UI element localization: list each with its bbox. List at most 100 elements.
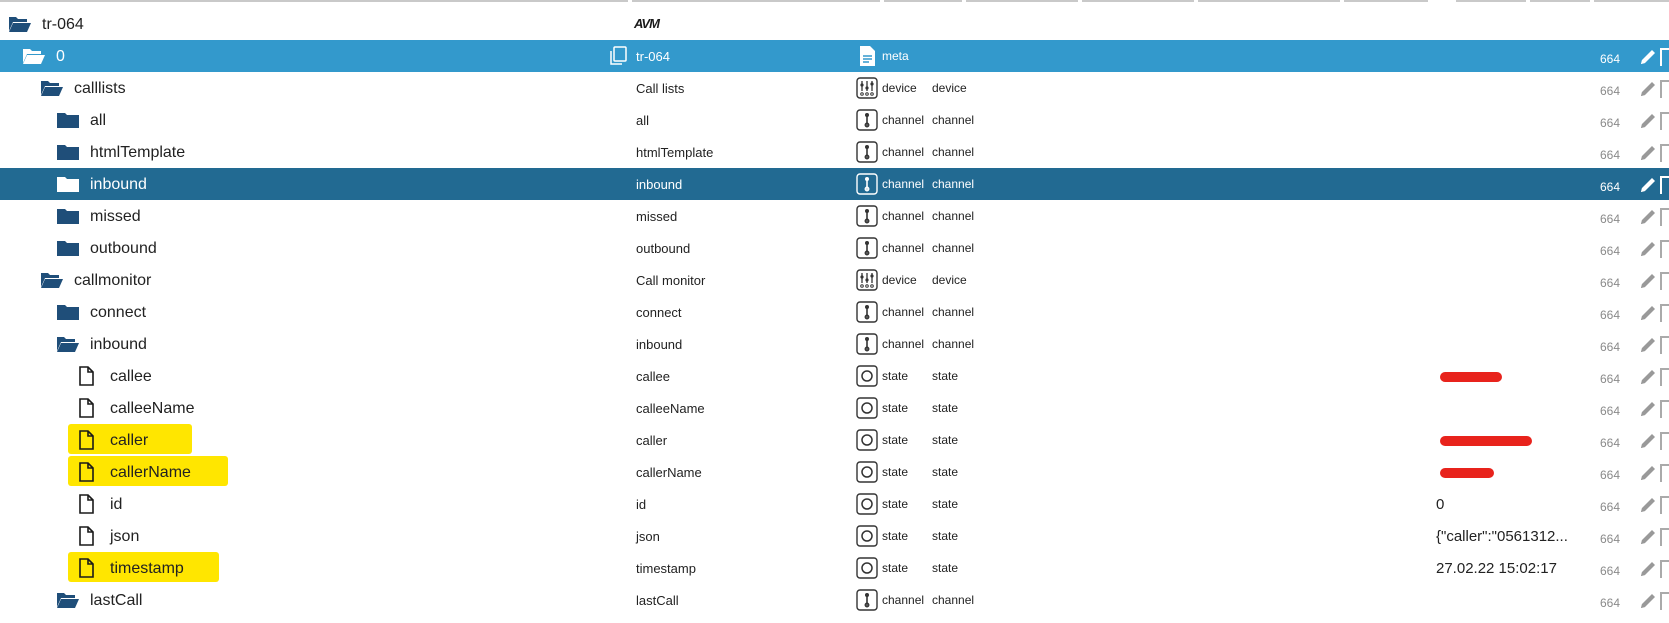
acl-value: 664 (1600, 148, 1621, 162)
folder-icon[interactable] (56, 110, 80, 130)
tree-row[interactable]: json json state state {"caller":"0561312... 6… (0, 520, 1669, 552)
tree-row[interactable]: missed missed channel channel 664 (0, 200, 1669, 232)
object-role: state (882, 433, 909, 447)
tree-row[interactable]: timestamp timestamp state state 27.02.22 15:… (0, 552, 1669, 584)
delete-trash-icon[interactable] (1660, 528, 1669, 546)
edit-pencil-icon[interactable] (1638, 463, 1658, 483)
folder-icon[interactable] (56, 206, 80, 226)
file-icon[interactable] (76, 558, 100, 578)
delete-trash-icon[interactable] (1660, 400, 1669, 418)
state-icon (856, 461, 878, 483)
tree-row[interactable]: inbound inbound channel channel 664 (0, 168, 1669, 200)
folder-open-icon[interactable] (56, 590, 80, 610)
delete-trash-icon[interactable] (1660, 240, 1669, 258)
tree-item-label: all (90, 112, 107, 129)
edit-pencil-icon[interactable] (1638, 47, 1658, 67)
tree-row[interactable]: inbound inbound channel channel 664 (0, 328, 1669, 360)
state-icon (856, 525, 878, 547)
tree-item-label: calleeName (110, 400, 195, 417)
folder-open-icon[interactable] (40, 270, 64, 290)
tree-row[interactable]: callmonitor Call monitor device device 664 (0, 264, 1669, 296)
tree-row[interactable]: calleeName calleeName state state 664 (0, 392, 1669, 424)
edit-pencil-icon[interactable] (1638, 143, 1658, 163)
delete-trash-icon[interactable] (1660, 464, 1669, 482)
folder-icon[interactable] (56, 142, 80, 162)
object-type: state (932, 497, 959, 511)
redacted-value (1440, 436, 1532, 446)
file-icon[interactable] (76, 494, 100, 514)
tree-row[interactable]: all all channel channel 664 (0, 104, 1669, 136)
tree-row[interactable]: outbound outbound channel channel 664 (0, 232, 1669, 264)
delete-trash-icon[interactable] (1660, 144, 1669, 162)
folder-open-icon[interactable] (22, 46, 46, 66)
delete-trash-icon[interactable] (1660, 560, 1669, 578)
object-value[interactable]: 0 (1436, 496, 1444, 513)
object-role: device (882, 81, 917, 95)
edit-pencil-icon[interactable] (1638, 239, 1658, 259)
delete-trash-icon[interactable] (1660, 80, 1669, 98)
object-type: state (932, 369, 959, 383)
delete-trash-icon[interactable] (1660, 176, 1669, 194)
delete-trash-icon[interactable] (1660, 48, 1669, 66)
edit-pencil-icon[interactable] (1638, 335, 1658, 355)
edit-pencil-icon[interactable] (1638, 303, 1658, 323)
acl-value: 664 (1600, 308, 1621, 322)
tree-item-label: htmlTemplate (90, 144, 186, 161)
object-role: channel (882, 145, 925, 159)
object-value[interactable]: 27.02.22 15:02:17 (1436, 560, 1557, 577)
edit-pencil-icon[interactable] (1638, 495, 1658, 515)
delete-trash-icon[interactable] (1660, 432, 1669, 450)
delete-trash-icon[interactable] (1660, 208, 1669, 226)
tree-item-label: missed (90, 208, 141, 225)
device-icon (856, 77, 878, 99)
tree-row[interactable]: callerName callerName state state 664 (0, 456, 1669, 488)
acl-value: 664 (1600, 532, 1621, 546)
tree-row[interactable]: calllists Call lists device device 664 (0, 72, 1669, 104)
tree-row[interactable]: callee callee state state 664 (0, 360, 1669, 392)
folder-open-icon[interactable] (8, 14, 32, 34)
tree-row[interactable]: lastCall lastCall channel channel 664 (0, 584, 1669, 616)
tree-row[interactable]: tr-064 AVM (0, 8, 1669, 40)
edit-pencil-icon[interactable] (1638, 111, 1658, 131)
object-type: channel (932, 241, 975, 255)
tree-row[interactable]: id id state state 0 664 (0, 488, 1669, 520)
folder-icon[interactable] (56, 174, 80, 194)
edit-pencil-icon[interactable] (1638, 271, 1658, 291)
folder-icon[interactable] (56, 302, 80, 322)
delete-trash-icon[interactable] (1660, 112, 1669, 130)
delete-trash-icon[interactable] (1660, 496, 1669, 514)
file-icon[interactable] (76, 430, 100, 450)
file-icon[interactable] (76, 398, 100, 418)
edit-pencil-icon[interactable] (1638, 399, 1658, 419)
delete-trash-icon[interactable] (1660, 592, 1669, 610)
delete-trash-icon[interactable] (1660, 304, 1669, 322)
folder-icon[interactable] (56, 238, 80, 258)
delete-trash-icon[interactable] (1660, 336, 1669, 354)
object-value[interactable]: {"caller":"0561312... (1436, 528, 1568, 545)
edit-pencil-icon[interactable] (1638, 527, 1658, 547)
file-icon[interactable] (76, 526, 100, 546)
tree-row[interactable]: 0 tr-064 meta 664 (0, 40, 1669, 72)
tree-row[interactable]: caller caller state state 664 (0, 424, 1669, 456)
edit-pencil-icon[interactable] (1638, 367, 1658, 387)
edit-pencil-icon[interactable] (1638, 431, 1658, 451)
delete-trash-icon[interactable] (1660, 368, 1669, 386)
folder-open-icon[interactable] (56, 334, 80, 354)
folder-open-icon[interactable] (40, 78, 64, 98)
acl-value: 664 (1600, 500, 1621, 514)
edit-pencil-icon[interactable] (1638, 559, 1658, 579)
edit-pencil-icon[interactable] (1638, 175, 1658, 195)
file-icon[interactable] (76, 366, 100, 386)
tree-row[interactable]: htmlTemplate htmlTemplate channel channel 66… (0, 136, 1669, 168)
edit-pencil-icon[interactable] (1638, 207, 1658, 227)
file-icon[interactable] (76, 462, 100, 482)
tree-item-label: inbound (90, 176, 147, 193)
edit-pencil-icon[interactable] (1638, 79, 1658, 99)
channel-icon (856, 589, 878, 611)
acl-value: 664 (1600, 84, 1621, 98)
delete-trash-icon[interactable] (1660, 272, 1669, 290)
tree-item-label: caller (110, 432, 149, 449)
tree-row[interactable]: connect connect channel channel 664 (0, 296, 1669, 328)
copy-icon[interactable] (608, 46, 628, 66)
edit-pencil-icon[interactable] (1638, 591, 1658, 611)
